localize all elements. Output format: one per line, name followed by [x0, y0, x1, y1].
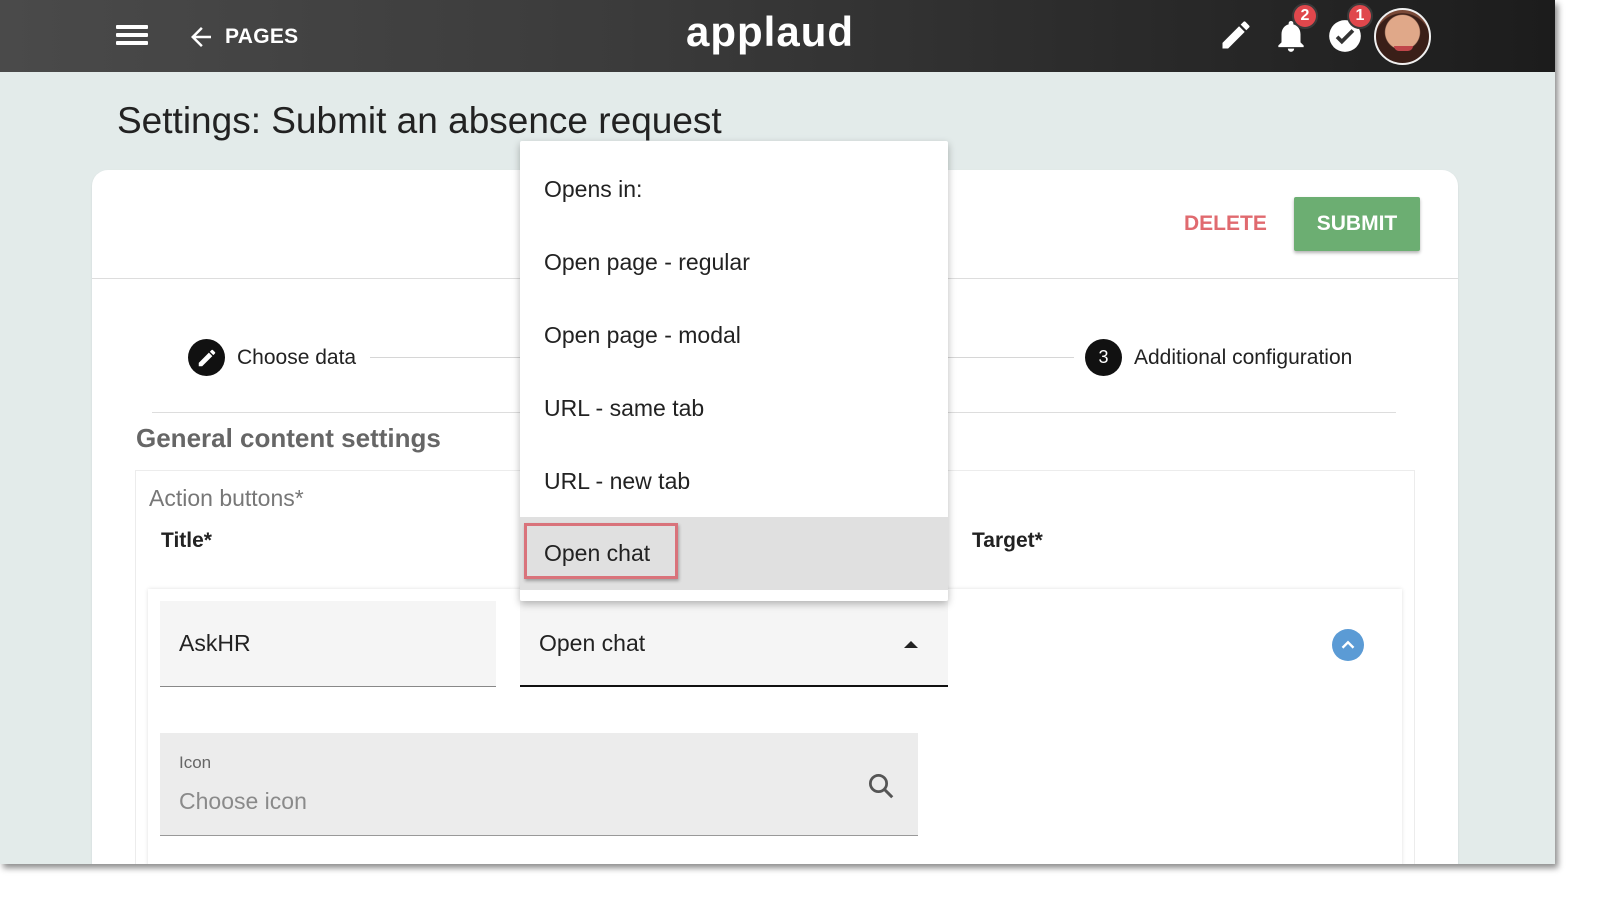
back-to-pages-link[interactable]: PAGES — [186, 20, 298, 54]
action-buttons-label: Action buttons* — [149, 485, 304, 511]
option-open-page-regular[interactable]: Open page - regular — [520, 226, 948, 299]
tasks-badge: 1 — [1347, 3, 1373, 29]
collapse-row-button[interactable] — [1332, 629, 1364, 661]
search-icon[interactable] — [866, 771, 896, 801]
icon-search-input[interactable] — [179, 788, 839, 815]
option-open-chat[interactable]: Open chat — [520, 517, 948, 590]
submit-button[interactable]: SUBMIT — [1294, 197, 1420, 251]
icon-field[interactable]: Icon — [160, 733, 918, 836]
step-number: 3 — [1085, 339, 1122, 376]
edit-step-icon — [188, 339, 225, 376]
delete-button[interactable]: DELETE — [1184, 212, 1267, 236]
action-button-row: AskHR Open chat Icon — [148, 589, 1402, 864]
pencil-icon — [1222, 21, 1250, 49]
tasks-button[interactable]: 1 — [1326, 3, 1373, 56]
opens-in-value: Open chat — [539, 629, 646, 656]
step-label: Additional configuration — [1134, 345, 1353, 369]
option-url-same-tab[interactable]: URL - same tab — [520, 372, 948, 445]
step-connector — [948, 357, 1074, 358]
page-title: Settings: Submit an absence request — [117, 100, 722, 141]
option-open-page-modal[interactable]: Open page - modal — [520, 299, 948, 372]
chevron-up-icon — [1341, 640, 1355, 649]
icon-field-label: Icon — [179, 753, 212, 772]
title-input[interactable]: AskHR — [160, 601, 496, 687]
section-title: General content settings — [136, 423, 441, 453]
app-logo: applaud — [686, 8, 855, 55]
edit-button[interactable] — [1218, 16, 1256, 56]
notifications-badge: 2 — [1292, 3, 1318, 29]
notifications-button[interactable]: 2 — [1272, 3, 1318, 56]
back-label: PAGES — [225, 25, 299, 48]
step-choose-data[interactable]: Choose data — [188, 339, 356, 376]
user-avatar[interactable] — [1374, 8, 1431, 65]
opens-in-select[interactable]: Open chat — [520, 601, 948, 687]
step-additional-configuration[interactable]: 3 Additional configuration — [1085, 339, 1352, 376]
dropdown-header: Opens in: — [544, 176, 643, 202]
opens-in-dropdown: Opens in: Open page - regular Open page … — [520, 141, 948, 601]
menu-icon[interactable] — [116, 22, 148, 50]
top-bar: PAGES applaud 2 1 — [0, 0, 1555, 72]
title-column-header: Title* — [161, 529, 212, 552]
app-window: PAGES applaud 2 1 Settings: Submit an ab… — [0, 0, 1555, 864]
option-url-new-tab[interactable]: URL - new tab — [520, 445, 948, 518]
step-label: Choose data — [237, 345, 357, 369]
caret-up-icon — [904, 641, 918, 648]
step-connector — [370, 357, 520, 358]
target-column-header: Target* — [972, 529, 1043, 552]
arrow-left-icon — [191, 27, 211, 47]
